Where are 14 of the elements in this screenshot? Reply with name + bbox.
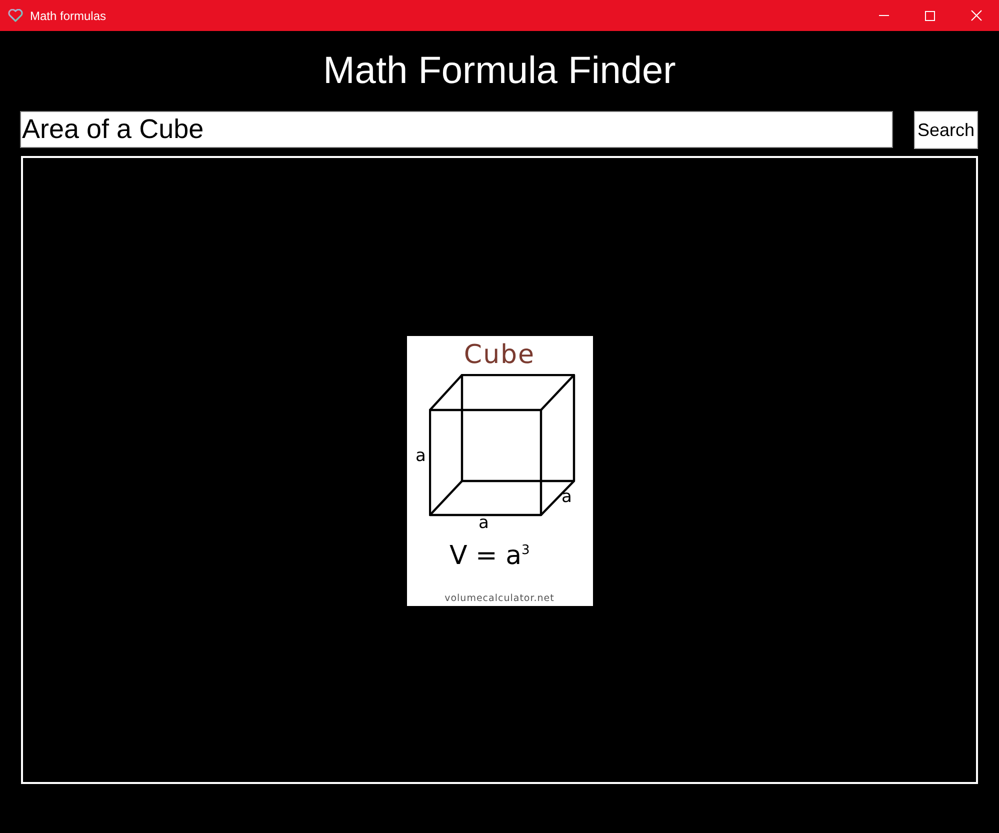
volume-formula: V = a$^{3}$ (450, 540, 530, 572)
window-title: Math formulas (30, 8, 106, 24)
search-field[interactable]: Area of a Cube (20, 111, 893, 148)
close-icon (970, 10, 982, 21)
minimize-icon (879, 15, 889, 16)
search-button[interactable]: Search (914, 111, 978, 149)
app-heading: Math Formula Finder (323, 49, 676, 93)
source-credit: volumecalculator.net (444, 593, 556, 605)
edge-label: a (478, 513, 489, 533)
heart-icon (8, 9, 23, 22)
edge-label: a (562, 487, 572, 507)
maximize-icon (925, 10, 935, 20)
figure-title: Cube (462, 340, 536, 370)
edge-label: a (416, 446, 426, 466)
